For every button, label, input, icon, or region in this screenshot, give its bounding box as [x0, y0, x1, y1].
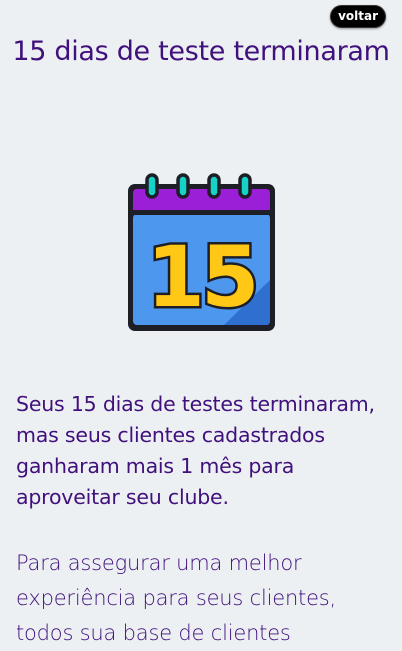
page-title: 15 dias de teste terminaram [12, 36, 390, 67]
calendar-15-icon: 15 [128, 173, 275, 331]
body-paragraph: Para assegurar uma melhor experiência pa… [16, 551, 337, 645]
calendar-illustration: 15 [124, 170, 279, 335]
trial-ended-message: Seus 15 dias de testes terminaram, mas s… [16, 392, 375, 509]
back-button[interactable]: voltar [330, 5, 386, 28]
calendar-day-number: 15 [147, 228, 256, 326]
